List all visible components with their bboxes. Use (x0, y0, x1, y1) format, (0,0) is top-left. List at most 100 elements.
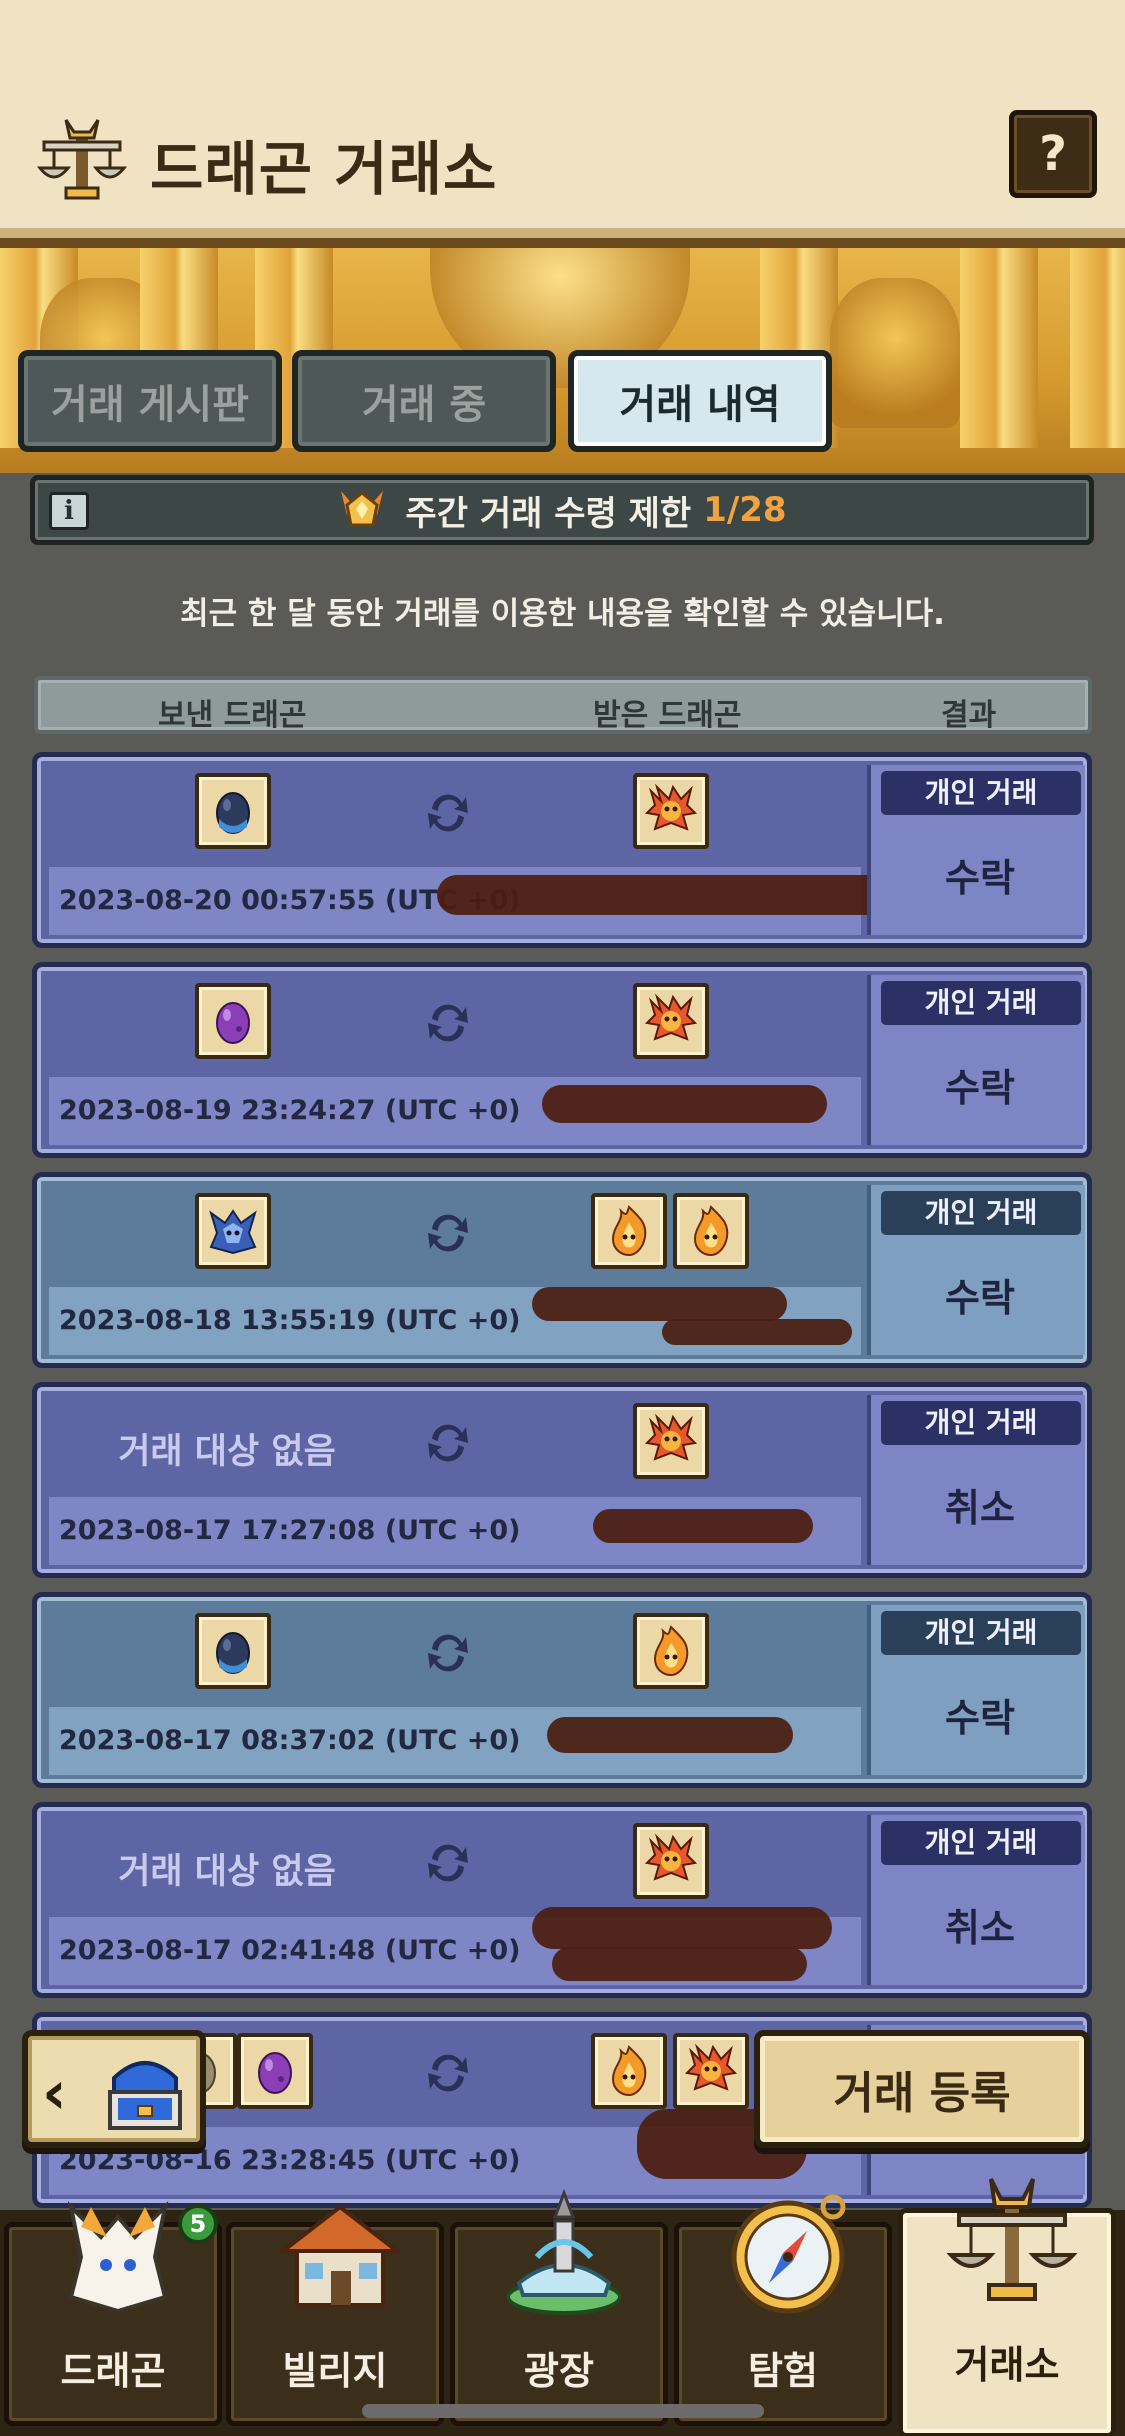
exchange-icon (422, 1837, 474, 1889)
trade-date: 2023-08-19 23:24:27 (UTC +0) (59, 1095, 521, 1126)
redaction-scribble (547, 1717, 793, 1753)
result-panel: 개인 거래 수락 (867, 765, 1085, 935)
dark-egg-icon (205, 783, 261, 839)
fire-dragon-icon (643, 1833, 699, 1889)
redaction-scribble (437, 875, 887, 915)
medal-icon (341, 491, 384, 527)
weekly-limit-bar: i 주간 거래 수령 제한 1/28 (30, 475, 1094, 545)
redaction-scribble (532, 1907, 832, 1949)
sent-dragon-card[interactable] (195, 983, 271, 1059)
dragon-icon (67, 2200, 169, 2314)
exchange-icon (422, 1627, 474, 1679)
flame-dragon-icon (601, 1203, 657, 1259)
trade-result: 수락 (945, 1696, 1015, 1740)
info-icon[interactable]: i (49, 492, 89, 530)
received-dragon-card[interactable] (633, 983, 709, 1059)
purple-egg-icon (205, 993, 261, 1049)
nav-exchange[interactable]: 거래소 (898, 2178, 1116, 2436)
fire-dragon-icon (643, 1413, 699, 1469)
blue-dragon-icon (205, 1203, 261, 1259)
exchange-icon (422, 787, 474, 839)
received-dragon-card[interactable] (633, 1823, 709, 1899)
trade-date: 2023-08-18 13:55:19 (UTC +0) (59, 1305, 521, 1336)
tab-trade-history[interactable]: 거래 내역 (568, 350, 832, 452)
trade-type-badge: 개인 거래 (881, 1401, 1081, 1445)
exchange-icon (422, 2047, 474, 2099)
weekly-limit-value: 1/28 (703, 490, 787, 530)
compass-icon (731, 2194, 846, 2314)
trade-type-badge: 개인 거래 (881, 1611, 1081, 1655)
column-result: 결과 (941, 698, 997, 733)
trade-date: 2023-08-17 08:37:02 (UTC +0) (59, 1725, 521, 1756)
flame-dragon-icon (683, 1203, 739, 1259)
fountain-icon (506, 2188, 622, 2315)
nav-village[interactable]: 빌리지 (226, 2204, 444, 2426)
nav-label: 광장 (524, 2349, 594, 2393)
exchange-icon (422, 1417, 474, 1469)
sent-dragon-card[interactable] (237, 2033, 313, 2109)
result-panel: 개인 거래 취소 (867, 1815, 1085, 1985)
received-dragon-card[interactable] (591, 2033, 667, 2109)
received-dragon-card[interactable] (633, 773, 709, 849)
received-dragon-card[interactable] (673, 1193, 749, 1269)
fire-dragon-icon (643, 993, 699, 1049)
received-dragon-card[interactable] (633, 1613, 709, 1689)
trade-row[interactable]: 2023-08-17 08:37:02 (UTC +0) 개인 거래 수락 (32, 1592, 1092, 1788)
trade-result: 취소 (945, 1906, 1015, 1950)
tab-bar: 거래 게시판 거래 중 거래 내역 (18, 350, 1108, 455)
trade-row[interactable]: 거래 대상 없음 2023-08-17 17:27:08 (UTC +0) 개인… (32, 1382, 1092, 1578)
received-dragon-card[interactable] (633, 1403, 709, 1479)
redaction-scribble (552, 1947, 807, 1981)
fire-dragon-icon (643, 783, 699, 839)
tab-trade-board[interactable]: 거래 게시판 (18, 350, 282, 452)
exchange-icon (422, 997, 474, 1049)
redaction-scribble (662, 1319, 852, 1345)
flame-dragon-icon (601, 2043, 657, 2099)
trade-row[interactable]: 2023-08-19 23:24:27 (UTC +0) 개인 거래 수락 (32, 962, 1092, 1158)
no-trade-target: 거래 대상 없음 (118, 1852, 336, 1892)
trade-date: 2023-08-17 17:27:08 (UTC +0) (59, 1515, 521, 1546)
received-dragon-card[interactable] (591, 1193, 667, 1269)
trade-type-badge: 개인 거래 (881, 981, 1081, 1025)
house-icon (277, 2204, 403, 2307)
trade-date: 2023-08-17 02:41:48 (UTC +0) (59, 1935, 521, 1966)
notification-badge: 5 (178, 2204, 218, 2244)
received-dragon-card[interactable] (673, 2033, 749, 2109)
scale-icon (36, 119, 128, 200)
column-header: 보낸 드래곤 받은 드래곤 결과 (34, 676, 1092, 734)
nav-label: 거래소 (954, 2343, 1060, 2387)
trade-result: 수락 (945, 1276, 1015, 1320)
sent-dragon-card[interactable] (195, 1613, 271, 1689)
nav-dragon[interactable]: 드래곤 (4, 2200, 222, 2426)
nav-label: 빌리지 (282, 2349, 388, 2393)
home-indicator[interactable] (362, 2404, 764, 2418)
header: 드래곤 거래소 ? (0, 0, 1125, 248)
trade-row[interactable]: 2023-08-20 00:57:55 (UTC +0) 개인 거래 수락 (32, 752, 1092, 948)
trade-result: 수락 (945, 1066, 1015, 1110)
bottom-nav: 드래곤 빌리지 광장 탐험 거래소 (0, 2178, 1125, 2436)
fire-dragon-icon (683, 2043, 739, 2099)
trade-row[interactable]: 거래 대상 없음 2023-08-17 02:41:48 (UTC +0) 개인… (32, 1802, 1092, 1998)
trade-row[interactable]: 2023-08-18 13:55:19 (UTC +0) 개인 거래 수락 (32, 1172, 1092, 1368)
register-trade-button[interactable]: 거래 등록 (754, 2030, 1090, 2148)
trade-result: 수락 (945, 856, 1015, 900)
nav-explore[interactable]: 탐험 (674, 2194, 892, 2426)
no-trade-target: 거래 대상 없음 (118, 1432, 336, 1472)
redaction-scribble (593, 1509, 813, 1543)
back-button[interactable]: ‹ (22, 2030, 206, 2148)
nav-label: 드래곤 (60, 2349, 166, 2393)
trade-history-list[interactable]: 2023-08-20 00:57:55 (UTC +0) 개인 거래 수락 20… (32, 752, 1092, 2212)
scale-icon (946, 2178, 1078, 2301)
nav-plaza[interactable]: 광장 (450, 2188, 668, 2426)
help-button[interactable]: ? (1009, 110, 1097, 198)
sent-dragon-card[interactable] (195, 773, 271, 849)
tab-trading[interactable]: 거래 중 (292, 350, 556, 452)
page-title: 드래곤 거래소 (150, 135, 498, 203)
chest-icon (108, 2061, 182, 2130)
exchange-icon (422, 1207, 474, 1259)
sent-dragon-card[interactable] (195, 1193, 271, 1269)
chevron-left-icon: ‹ (42, 2058, 67, 2128)
history-description: 최근 한 달 동안 거래를 이용한 내용을 확인할 수 있습니다. (180, 596, 945, 632)
purple-egg-icon (247, 2043, 303, 2099)
redaction-scribble (532, 1287, 787, 1321)
